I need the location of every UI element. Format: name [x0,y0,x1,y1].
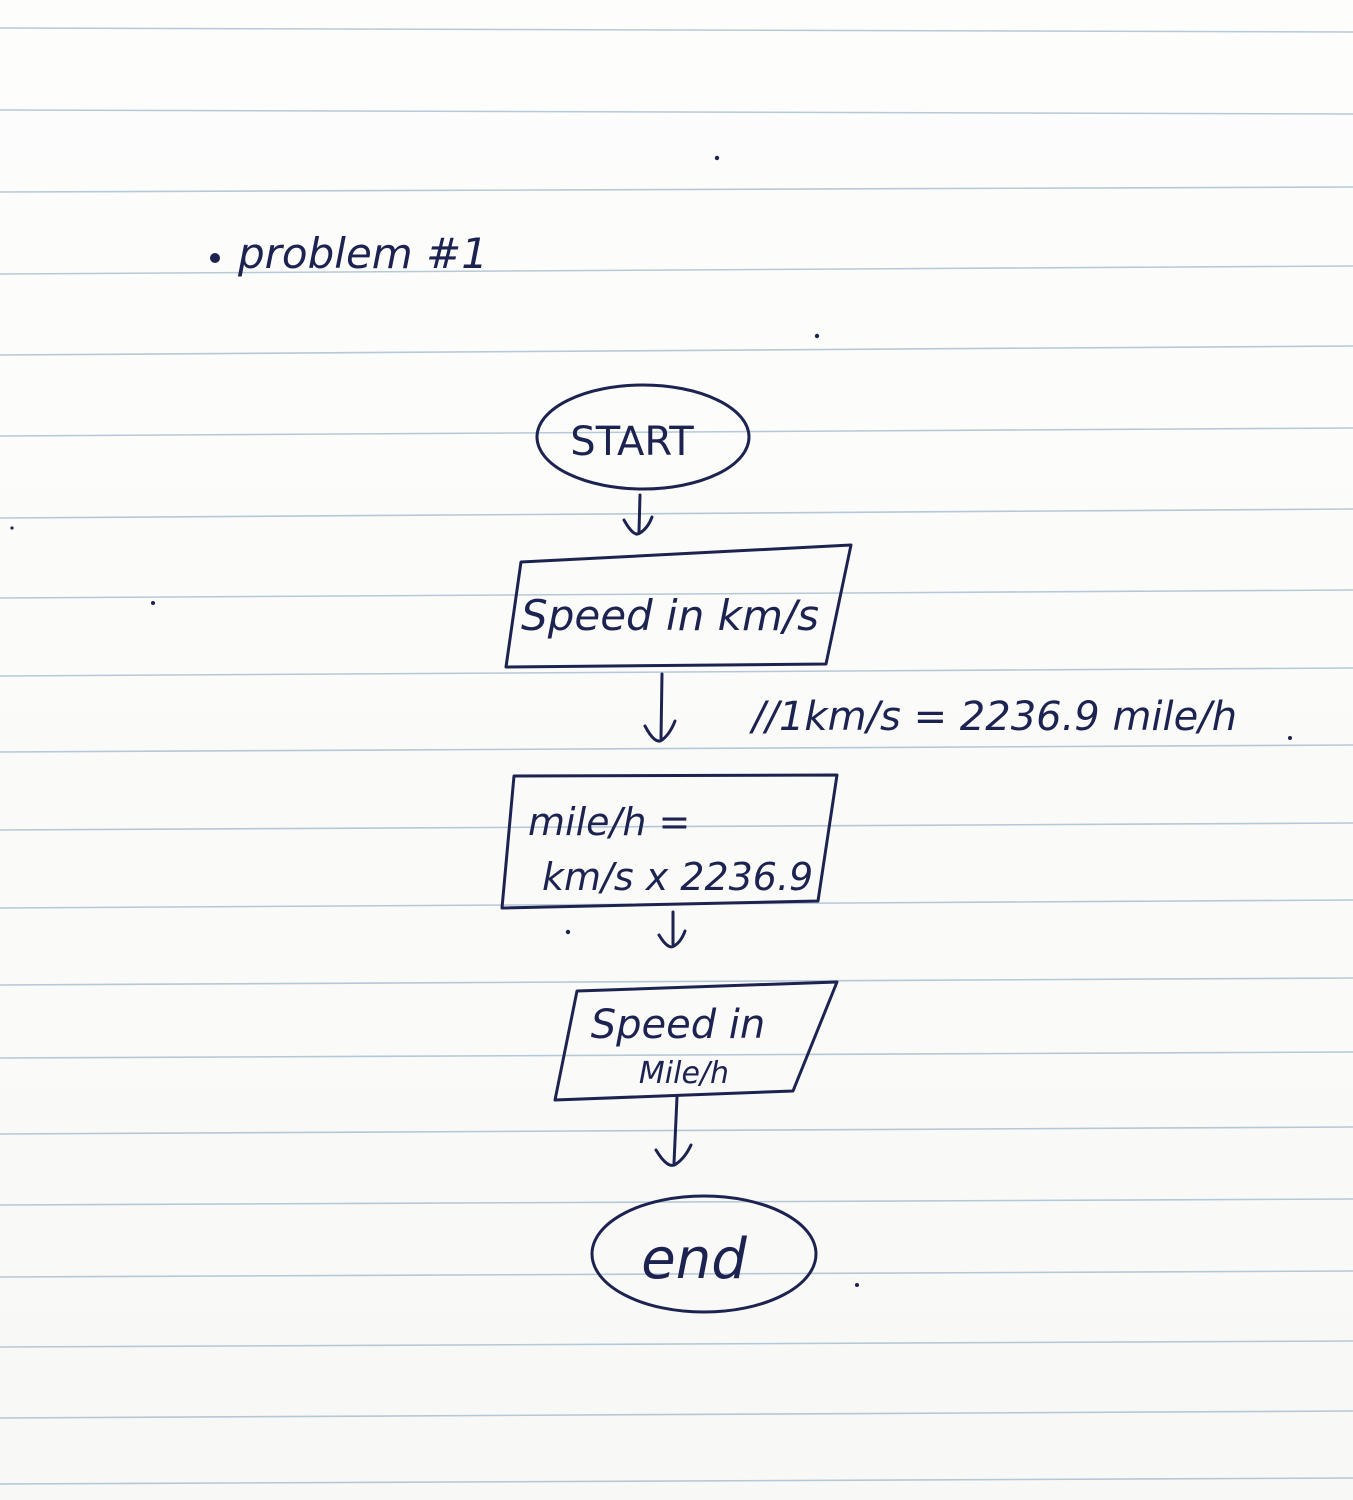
heading-group: problem #1 [210,229,488,278]
node-process: mile/h = km/s x 2236.9 [500,773,839,910]
node-end-label: end [641,1227,747,1292]
node-input-label: Speed in km/s [521,591,819,640]
arrow-process-to-output [657,910,687,949]
conversion-note: //1km/s = 2236.9 mile/h [749,694,1237,740]
node-output-line-1: Speed in [591,1002,766,1048]
node-input: Speed in km/s [504,543,853,669]
node-output-line-2: Mile/h [639,1056,729,1091]
arrow-input-to-process [643,672,677,743]
node-process-line-2: km/s x 2236.9 [542,855,813,899]
node-output: Speed in Mile/h [553,980,839,1102]
bullet-dot [210,253,220,263]
notebook-page: problem #1 START Speed in km/s //1km/s =… [0,0,1353,1500]
node-start-label: START [570,419,694,465]
node-end: end [590,1194,818,1314]
node-process-line-1: mile/h = [528,800,690,844]
node-start: START [535,383,751,491]
page-heading: problem #1 [237,229,488,278]
paper-canvas: problem #1 START Speed in km/s //1km/s =… [0,27,1353,1485]
